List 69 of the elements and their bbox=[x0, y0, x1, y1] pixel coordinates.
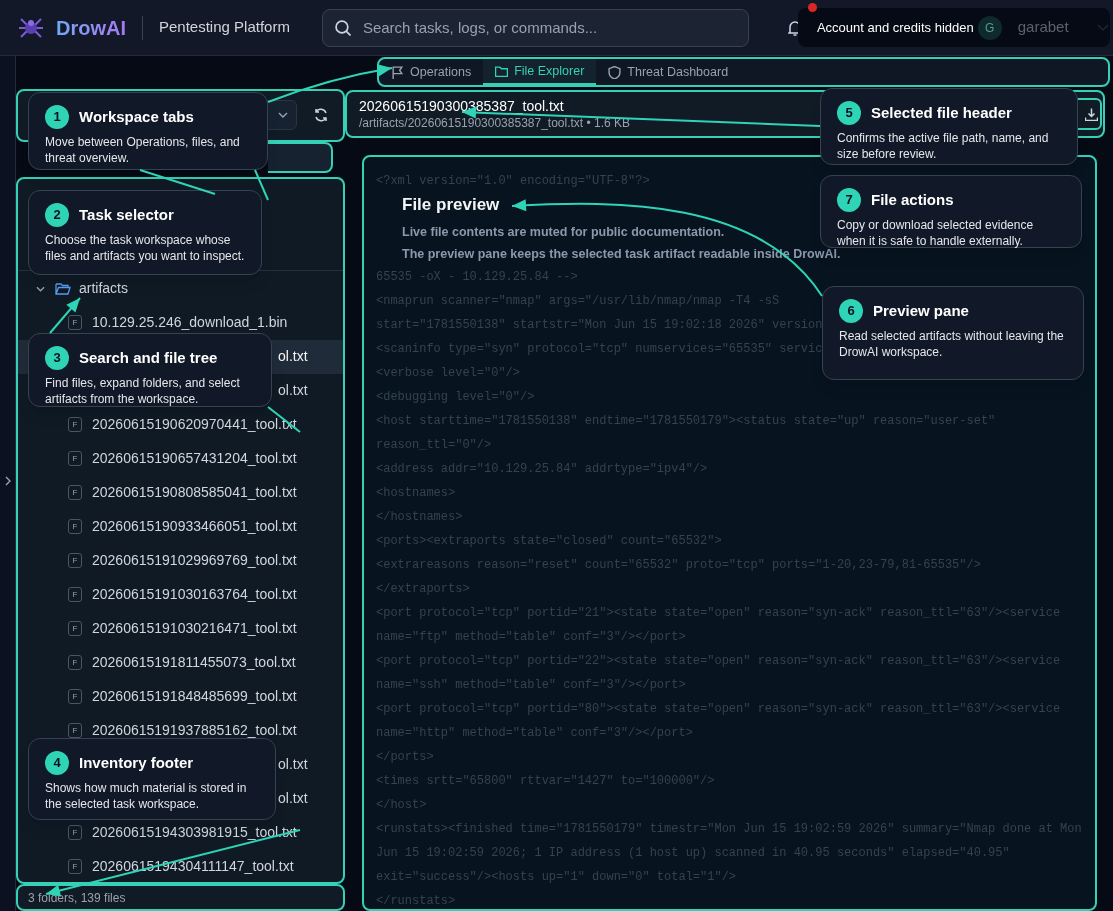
file-badge: F bbox=[68, 417, 82, 433]
refresh-icon[interactable] bbox=[313, 107, 329, 124]
step-number: 1 bbox=[45, 105, 69, 129]
tree-item[interactable]: F 20260615191848485699_tool.txt bbox=[18, 679, 343, 714]
callout-title: Workspace tabs bbox=[79, 106, 194, 127]
chevron-down-icon bbox=[1096, 23, 1109, 32]
callout-title: Inventory footer bbox=[79, 752, 194, 773]
search-field[interactable]: Search tasks, logs, or commands... bbox=[321, 8, 749, 47]
task-field[interactable] bbox=[268, 141, 333, 173]
file-badge: F bbox=[68, 315, 82, 331]
file-name: 20260615190300385387_tool.txt bbox=[359, 97, 564, 115]
callout-title: Selected file header bbox=[871, 102, 1012, 123]
step-number: 2 bbox=[45, 203, 69, 227]
file-badge: F bbox=[68, 689, 82, 705]
tree-item[interactable]: F 10.129.25.246_download_1.bin bbox=[18, 305, 343, 340]
folder-icon bbox=[495, 64, 509, 78]
step-number: 6 bbox=[839, 299, 863, 323]
step-number: 3 bbox=[45, 346, 69, 370]
step-number: 4 bbox=[45, 751, 69, 775]
callout-text: Copy or download selected evidence when it is safe to handle externally. bbox=[837, 217, 1035, 249]
file-badge: F bbox=[68, 451, 82, 467]
chevron-down-icon[interactable] bbox=[36, 285, 45, 292]
callout-text: Read selected artifacts without leaving the DrowAI workspace. bbox=[839, 328, 1065, 360]
chevron-down-icon bbox=[278, 112, 288, 119]
tree-item[interactable]: artifacts bbox=[18, 271, 343, 306]
tab[interactable]: Operations bbox=[379, 59, 484, 85]
tree-item[interactable]: F 20260615191030163764_tool.txt bbox=[18, 577, 343, 612]
step-number: 7 bbox=[837, 188, 861, 212]
shield-icon bbox=[608, 65, 622, 79]
tab[interactable]: File Explorer bbox=[483, 59, 597, 85]
username: garabet bbox=[1017, 17, 1069, 38]
callout-title: Task selector bbox=[79, 204, 174, 225]
file-badge: F bbox=[68, 587, 82, 603]
tree-item[interactable]: F 20260615191811455073_tool.txt bbox=[18, 645, 343, 680]
file-badge: F bbox=[68, 859, 82, 875]
tree-item[interactable]: F 20260615190808585041_tool.txt bbox=[18, 475, 343, 510]
tree-item[interactable]: F 20260615191030216471_tool.txt bbox=[18, 611, 343, 646]
callout-title: Search and file tree bbox=[79, 347, 218, 368]
tab[interactable]: Threat Dashboard bbox=[596, 59, 741, 85]
account-notice: Account and credits hidden bbox=[816, 18, 974, 37]
tree-item[interactable]: F 20260615194303981915_tool.txt bbox=[18, 815, 343, 850]
chevron-right-icon[interactable] bbox=[4, 475, 11, 486]
file-badge: F bbox=[68, 553, 82, 569]
callout-title: Preview pane bbox=[873, 300, 969, 321]
flag-icon bbox=[391, 65, 404, 79]
callout-text: Find files, expand folders, and select artifacts from the workspace. bbox=[45, 375, 241, 407]
inventory-footer: 3 folders, 139 files bbox=[16, 884, 345, 911]
callout-text: Shows how much material is stored in the selected task workspace. bbox=[45, 780, 248, 812]
tree-item[interactable]: F 20260615191029969769_tool.txt bbox=[18, 543, 343, 578]
avatar: G bbox=[977, 15, 1002, 40]
tree-item[interactable]: F 20260615190657431204_tool.txt bbox=[18, 441, 343, 476]
download-icon bbox=[1084, 107, 1098, 121]
callout-text: Confirms the active file path, name, and size before review. bbox=[837, 130, 1050, 162]
notice-title: File preview bbox=[402, 194, 500, 216]
file-badge: F bbox=[68, 621, 82, 637]
tree-item[interactable]: F 20260615190933466051_tool.txt bbox=[18, 509, 343, 544]
file-badge: F bbox=[68, 825, 82, 841]
file-badge: F bbox=[68, 485, 82, 501]
leader-arrow bbox=[49, 297, 81, 334]
file-badge: F bbox=[68, 519, 82, 535]
file-badge: F bbox=[68, 655, 82, 671]
callout-text: Move between Operations, files, and threat overview. bbox=[45, 134, 241, 166]
subtitle: Pentesting Platform bbox=[159, 17, 290, 38]
callout-title: File actions bbox=[871, 189, 954, 210]
notice-text: Live file contents are muted for public documentation. bbox=[402, 224, 725, 241]
folder-icon bbox=[55, 281, 71, 296]
step-number: 5 bbox=[837, 101, 861, 125]
search-icon bbox=[334, 19, 351, 36]
callout-text: Choose the task workspace whose files and artifacts you want to inspect. bbox=[45, 232, 245, 264]
